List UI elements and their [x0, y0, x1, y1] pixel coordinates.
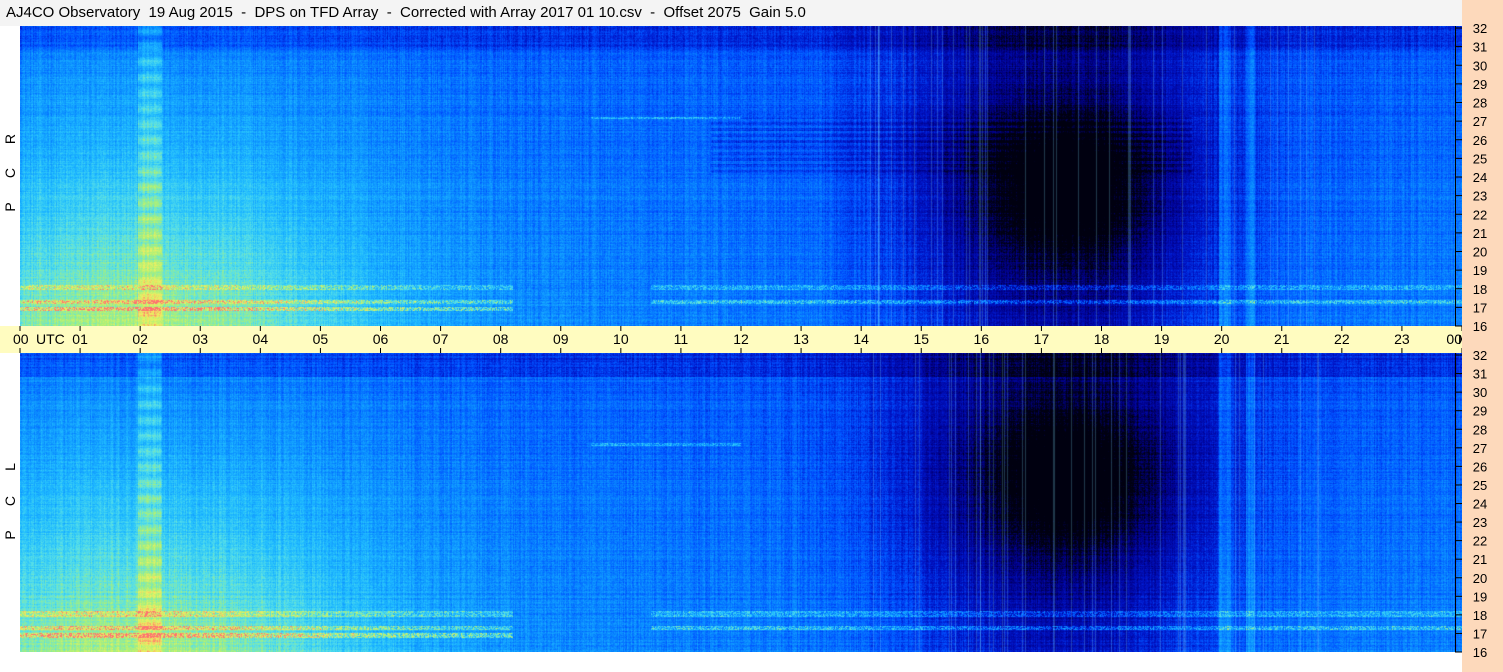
- freq-tick-label: 29: [1473, 404, 1487, 419]
- freq-tick-label: 27: [1473, 114, 1487, 129]
- time-tick-label: 01: [72, 331, 88, 347]
- freq-tick-label: 28: [1473, 96, 1487, 111]
- freq-tick-label: 26: [1473, 459, 1487, 474]
- time-tick-label: 12: [733, 331, 749, 347]
- lcp-spectrogram: [20, 353, 1462, 652]
- time-tick-label: 13: [793, 331, 809, 347]
- time-axis: 00 01 02 03 04 05 06 07 08 09 10 11 12 13 14 15 16 17 18 19…: [0, 326, 1485, 353]
- freq-tick-label: 17: [1473, 300, 1487, 315]
- time-tick-label: 04: [253, 331, 269, 347]
- lcp-spectrogram-canvas: [20, 353, 1462, 652]
- time-tick-label: 06: [373, 331, 389, 347]
- lcp-label-p: P: [2, 530, 18, 540]
- time-tick-label: 10: [613, 331, 629, 347]
- rcp-label-r: R: [2, 133, 18, 145]
- freq-tick-label: 19: [1473, 263, 1487, 278]
- time-tick-label: 22: [1334, 331, 1350, 347]
- freq-tick-label: 30: [1473, 385, 1487, 400]
- freq-tick-label: 30: [1473, 58, 1487, 73]
- time-tick-label: 05: [313, 331, 329, 347]
- freq-tick-label: 18: [1473, 608, 1487, 623]
- rcp-spectrogram-canvas: [20, 26, 1462, 326]
- freq-tick-label: 16: [1473, 319, 1487, 334]
- time-tick-label: 21: [1274, 331, 1290, 347]
- bottom-margin: [0, 652, 1462, 672]
- time-tick-label: 20: [1214, 331, 1230, 347]
- time-tick-label: 09: [553, 331, 569, 347]
- lcp-label-l: L: [2, 463, 18, 471]
- freq-tick-label: 22: [1473, 207, 1487, 222]
- time-tick-label: 08: [493, 331, 509, 347]
- freq-tick-label: 24: [1473, 497, 1487, 512]
- freq-tick-label: 16: [1473, 645, 1487, 660]
- freq-tick-label: 21: [1473, 552, 1487, 567]
- time-tick-label: 07: [433, 331, 449, 347]
- freq-tick-label: 18: [1473, 282, 1487, 297]
- freq-tick-label: 23: [1473, 189, 1487, 204]
- freq-tick-label: 22: [1473, 534, 1487, 549]
- freq-tick-label: 20: [1473, 571, 1487, 586]
- time-unit-label: UTC: [36, 331, 65, 347]
- frequency-axis: 32 31 30 29 28 27 26 25 24 23 22 21 20 19 18 17 16 32 31 30…: [1455, 21, 1487, 660]
- freq-tick-label: 32: [1473, 348, 1487, 363]
- freq-tick-label: 31: [1473, 40, 1487, 55]
- time-tick-label: 15: [913, 331, 929, 347]
- freq-tick-label: 31: [1473, 367, 1487, 382]
- rcp-label-c: C: [2, 167, 18, 179]
- time-tick-label: 02: [132, 331, 148, 347]
- time-tick-label: 18: [1094, 331, 1110, 347]
- freq-tick-label: 23: [1473, 515, 1487, 530]
- time-tick-label: 17: [1034, 331, 1050, 347]
- lcp-label-c: C: [2, 495, 18, 507]
- time-tick-label: 23: [1394, 331, 1410, 347]
- freq-tick-label: 29: [1473, 77, 1487, 92]
- freq-tick-label: 21: [1473, 226, 1487, 241]
- freq-tick-label: 17: [1473, 626, 1487, 641]
- freq-tick-label: 28: [1473, 422, 1487, 437]
- freq-tick-label: 20: [1473, 245, 1487, 260]
- time-tick-label: 00: [13, 331, 29, 347]
- time-tick-label: 14: [853, 331, 869, 347]
- time-tick-label: 16: [974, 331, 990, 347]
- freq-tick-label: 32: [1473, 21, 1487, 36]
- freq-tick-label: 25: [1473, 151, 1487, 166]
- title-bar: AJ4CO Observatory 19 Aug 2015 - DPS on T…: [0, 0, 1462, 26]
- time-tick-label: 03: [192, 331, 208, 347]
- freq-tick-label: 27: [1473, 441, 1487, 456]
- time-tick-label: 11: [674, 331, 689, 347]
- freq-tick-label: 25: [1473, 478, 1487, 493]
- chart-title: AJ4CO Observatory 19 Aug 2015 - DPS on T…: [6, 4, 806, 21]
- rcp-spectrogram: [20, 26, 1462, 326]
- time-axis-svg: 00 01 02 03 04 05 06 07 08 09 10 11 12 13 14 15 16 17 18 19…: [13, 326, 1485, 353]
- rcp-label-p: P: [2, 202, 18, 212]
- freq-tick-label: 19: [1473, 589, 1487, 604]
- freq-tick-label: 24: [1473, 170, 1487, 185]
- freq-tick-label: 26: [1473, 133, 1487, 148]
- time-tick-label: 19: [1154, 331, 1170, 347]
